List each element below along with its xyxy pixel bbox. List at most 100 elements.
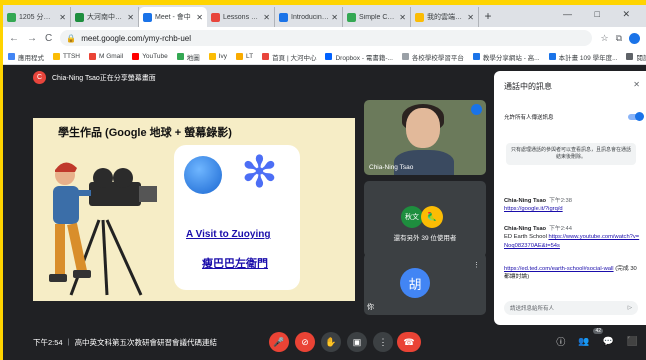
close-icon[interactable]: ✕	[263, 13, 270, 22]
lock-icon: 🔒	[66, 33, 77, 43]
allow-messages-label: 允許所有人傳送訊息	[504, 115, 554, 121]
bookmark-item[interactable]: YouTube	[132, 53, 168, 60]
toolbar-actions: ☆ ⧉	[600, 32, 640, 44]
send-icon[interactable]: ▷	[628, 305, 632, 311]
present-button[interactable]: ▣	[347, 332, 367, 352]
participants-badge: 42	[593, 328, 603, 334]
participant-avatar: 🦜	[421, 206, 443, 228]
browser-tab[interactable]: 大河南中12/6(一✕	[71, 7, 139, 27]
mic-off-button[interactable]: 🎤	[269, 332, 289, 352]
bookmark-item[interactable]: TTSH	[53, 53, 80, 60]
meet-stage: C Chia-Ning Tsao正在分享螢幕畫面 學生作品 (Google 地球…	[3, 65, 646, 360]
speaker-body	[394, 150, 454, 175]
others-count: 還有另外 39 位使用者	[393, 235, 457, 242]
reload-icon[interactable]: C	[45, 33, 52, 44]
browser-tab[interactable]: Simple Collabo✕	[343, 7, 411, 27]
message-time: 下午2:44	[549, 226, 572, 232]
tab-label: 大河南中12/6(一	[87, 14, 125, 21]
bookmark-item[interactable]: Ivy	[208, 53, 227, 60]
bookmark-item[interactable]: LT	[236, 53, 253, 60]
speaking-indicator-icon	[471, 104, 482, 115]
message-link[interactable]: https://ed.ted.com/earth-school#social-w…	[504, 266, 614, 272]
close-icon[interactable]: ✕	[467, 13, 474, 22]
tab-favicon	[7, 12, 16, 22]
raise-hand-button[interactable]: ✋	[321, 332, 341, 352]
new-tab-button[interactable]: +	[479, 7, 497, 27]
close-icon[interactable]: ✕	[127, 13, 134, 22]
reading-list[interactable]: 閱讀清單	[626, 52, 646, 62]
tab-label: Simple Collabo	[359, 13, 397, 21]
end-call-button[interactable]: ☎	[397, 332, 421, 352]
camera-off-button[interactable]: ⊘	[295, 332, 315, 352]
bookmark-item[interactable]: 首頁 | 大河中心	[262, 52, 316, 62]
activities-icon[interactable]: ⬛	[627, 336, 638, 347]
screen-recorder-icon: ✻	[241, 148, 278, 197]
tab-label: Lessons Worth	[223, 13, 262, 21]
browser-window: 1205 分享教案✕ 大河南中12/6(一✕ Meet - 會中✕ Lesson…	[3, 5, 646, 360]
bookmark-item[interactable]: 各校學校學習平台	[401, 52, 464, 62]
bookmark-item[interactable]: M Gmail	[88, 53, 123, 60]
url-text: meet.google.com/ymy-rchb-uel	[81, 33, 192, 43]
browser-tab-active[interactable]: Meet - 會中 ✕	[139, 7, 207, 27]
chat-panel: 通話中的訊息 ✕ 允許所有人傳送訊息 只有處理通話的參與者可以查看訊息，且訊息會…	[494, 71, 646, 325]
tab-label: Introducing Ea	[291, 13, 329, 21]
presenter-avatar: C	[33, 71, 46, 84]
people-icon[interactable]: 👥	[578, 336, 589, 347]
slide-link-visit[interactable]: A Visit to Zuoying	[186, 229, 270, 240]
bookmark-item[interactable]: 本計畫 109 學年度...	[548, 52, 617, 62]
close-icon[interactable]: ✕	[196, 13, 203, 22]
tab-label: 我的雲端硬碟 - (	[427, 14, 466, 21]
allow-messages-row: 允許所有人傳送訊息	[504, 112, 644, 121]
close-icon[interactable]: ✕	[633, 80, 640, 89]
tab-label: 1205 分享教案	[19, 14, 58, 21]
info-icon[interactable]: ⓘ	[556, 335, 565, 348]
self-name: 你	[367, 304, 374, 311]
google-earth-icon	[184, 156, 222, 194]
message-time: 下午2:38	[549, 198, 572, 204]
address-bar[interactable]: 🔒 meet.google.com/ymy-rchb-uel	[60, 30, 593, 46]
more-options-icon[interactable]: ⋮	[473, 261, 480, 269]
meeting-title: 高中英文科第五次教研會研習會議代碼連結	[74, 338, 218, 347]
browser-tab[interactable]: Introducing Ea✕	[275, 7, 343, 27]
window-controls[interactable]: — □ ✕	[563, 9, 640, 20]
chat-notice: 只有處理通話的參與者可以查看訊息，且訊息會在通話結束後刪除。	[506, 143, 636, 165]
chat-input[interactable]: 請送訊息給所有人 ▷	[504, 301, 638, 315]
back-icon[interactable]: ←	[9, 33, 19, 44]
slide-card: ✻ A Visit to Zuoying 瘦巴巴左衛門	[174, 145, 300, 290]
tab-favicon	[143, 12, 152, 22]
star-icon[interactable]: ☆	[600, 33, 608, 44]
others-tile[interactable]: 秋文 🦜 還有另外 39 位使用者	[364, 181, 486, 257]
speaker-face	[406, 108, 440, 148]
forward-icon[interactable]: →	[27, 33, 37, 44]
chat-input-placeholder: 請送訊息給所有人	[510, 306, 555, 312]
profile-avatar[interactable]	[629, 32, 640, 44]
shared-slide: 學生作品 (Google 地球 + 螢幕錄影) ✻ A Visit to Zuo…	[33, 118, 355, 301]
bookmark-item[interactable]: Dropbox - 電書籍-...	[325, 52, 393, 62]
message-sender: Chia-Ning Tsao	[504, 198, 547, 204]
close-icon[interactable]: ✕	[331, 13, 338, 22]
participant-avatar: 秋文	[401, 206, 423, 228]
tab-favicon	[279, 12, 288, 22]
chat-icon[interactable]: 💬	[603, 336, 614, 347]
bookmark-item[interactable]: 應用程式	[8, 52, 44, 62]
browser-tab[interactable]: 我的雲端硬碟 - (✕	[411, 7, 479, 27]
meeting-time: 下午2:54	[33, 338, 63, 347]
tab-favicon	[415, 12, 424, 22]
slide-link-name[interactable]: 瘦巴巴左衛門	[202, 255, 268, 271]
extensions-icon[interactable]: ⧉	[616, 33, 622, 44]
close-icon[interactable]: ✕	[59, 13, 66, 22]
cameraman-illustration	[49, 162, 157, 296]
speaker-name: Chia-Ning Tsao	[369, 164, 414, 171]
message-link[interactable]: https://google.it/?igrq/d	[504, 206, 563, 212]
allow-messages-toggle[interactable]	[628, 112, 644, 121]
bookmark-item[interactable]: 地圖	[176, 52, 200, 62]
browser-tab[interactable]: 1205 分享教案✕	[3, 7, 71, 27]
speaker-tile[interactable]: Chia-Ning Tsao	[364, 100, 486, 175]
more-options-button[interactable]: ⋮	[373, 332, 393, 352]
bookmark-item[interactable]: 教學分享網站 - 高...	[472, 52, 540, 62]
message-sender: Chia-Ning Tsao	[504, 226, 547, 232]
presenting-banner: C Chia-Ning Tsao正在分享螢幕畫面	[33, 71, 156, 84]
close-icon[interactable]: ✕	[399, 13, 406, 22]
self-tile[interactable]: 胡 ⋮ 你	[364, 253, 486, 315]
browser-tab[interactable]: Lessons Worth✕	[207, 7, 275, 27]
